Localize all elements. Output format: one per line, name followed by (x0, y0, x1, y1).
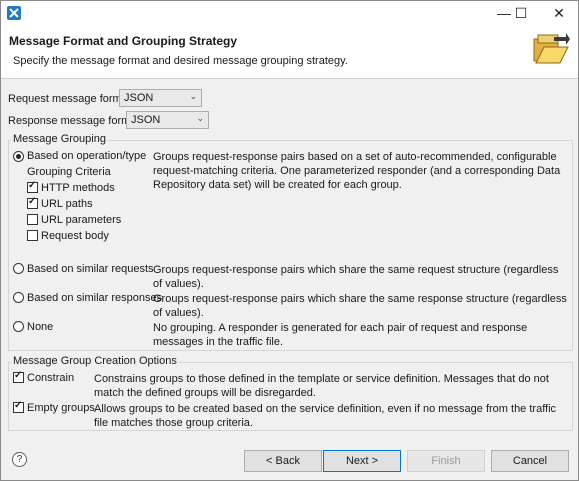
checkbox-empty-groups-label[interactable]: Empty groups (27, 402, 95, 414)
creation-options-title: Message Group Creation Options (11, 355, 179, 367)
response-format-label: Response message format: (8, 115, 143, 127)
chevron-down-icon: ⌄ (196, 113, 204, 123)
checkbox-url-paths[interactable] (27, 196, 38, 209)
request-format-label: Request message format: (8, 93, 134, 105)
folder-icon (533, 33, 570, 64)
checkbox-url-paths-label[interactable]: URL paths (41, 198, 93, 210)
checkbox-empty-groups[interactable] (13, 400, 24, 413)
radio-operation-type[interactable] (13, 151, 24, 162)
back-button[interactable]: < Back (244, 450, 322, 472)
radio-none[interactable] (13, 321, 24, 332)
request-format-value: JSON (124, 92, 154, 104)
operation-type-description: Groups request-response pairs based on a… (153, 151, 561, 191)
app-icon (7, 6, 21, 20)
chevron-down-icon: ⌄ (189, 91, 197, 101)
message-grouping-title: Message Grouping (11, 133, 108, 145)
checkbox-constrain[interactable] (13, 370, 24, 383)
none-description: No grouping. A responder is generated fo… (153, 322, 528, 348)
similar-responses-description: Groups request-response pairs which shar… (153, 293, 567, 319)
close-icon: ✕ (553, 4, 565, 21)
close-button[interactable]: ✕ (541, 1, 577, 25)
checkbox-request-body-label[interactable]: Request body (41, 230, 109, 242)
checkbox-url-parameters[interactable] (27, 214, 38, 225)
wizard-window: — ☐ ✕ Message Format and Grouping Strate… (0, 0, 579, 481)
similar-requests-description: Groups request-response pairs which shar… (153, 264, 559, 290)
radio-similar-responses-label[interactable]: Based on similar responses (27, 292, 162, 304)
finish-button[interactable]: Finish (407, 450, 485, 472)
checkbox-url-parameters-label[interactable]: URL parameters (41, 214, 121, 226)
page-title: Message Format and Grouping Strategy (9, 34, 238, 48)
page-description: Specify the message format and desired m… (13, 55, 348, 67)
radio-similar-responses[interactable] (13, 292, 24, 303)
radio-similar-requests-label[interactable]: Based on similar requests (27, 263, 154, 275)
help-icon[interactable]: ? (12, 452, 27, 467)
checkbox-constrain-label[interactable]: Constrain (27, 372, 74, 384)
maximize-icon: ☐ (514, 4, 528, 21)
radio-similar-requests[interactable] (13, 263, 24, 274)
constrain-description: Constrains groups to those defined in th… (94, 373, 549, 399)
wizard-header: Message Format and Grouping Strategy Spe… (1, 25, 578, 79)
grouping-criteria-label: Grouping Criteria (27, 166, 111, 178)
checkbox-http-methods-label[interactable]: HTTP methods (41, 182, 115, 194)
request-format-select[interactable]: JSON ⌄ (119, 89, 202, 107)
maximize-button[interactable]: ☐ (503, 1, 539, 25)
radio-none-label[interactable]: None (27, 321, 53, 333)
response-format-value: JSON (131, 114, 161, 126)
next-button[interactable]: Next > (323, 450, 401, 472)
title-bar: — ☐ ✕ (1, 1, 578, 25)
empty-groups-description: Allows groups to be created based on the… (94, 403, 557, 429)
radio-operation-type-label[interactable]: Based on operation/type (27, 150, 146, 162)
cancel-button[interactable]: Cancel (491, 450, 569, 472)
response-format-select[interactable]: JSON ⌄ (126, 111, 209, 129)
checkbox-http-methods[interactable] (27, 180, 38, 193)
checkbox-request-body[interactable] (27, 230, 38, 241)
